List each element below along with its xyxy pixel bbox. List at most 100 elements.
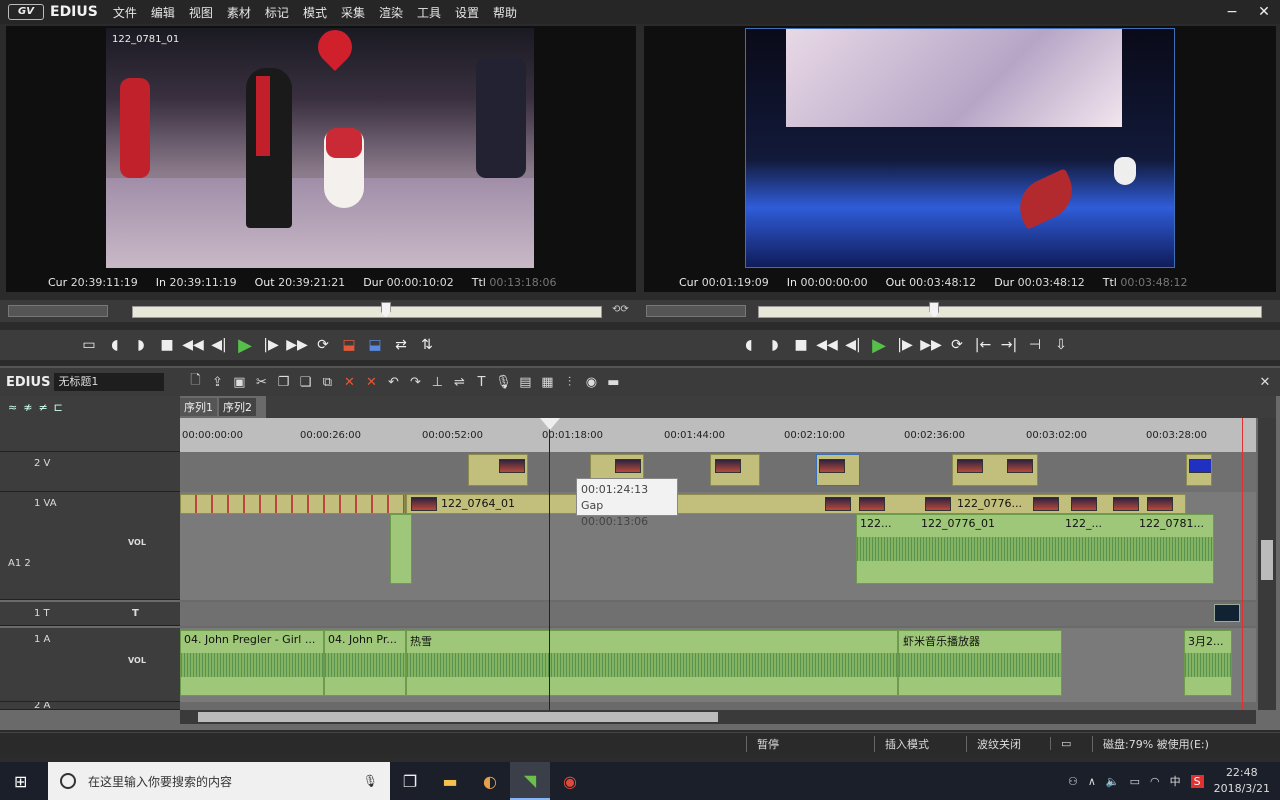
set-out-icon[interactable]: ◗	[128, 333, 154, 357]
vectorscope-icon[interactable]: ◉	[580, 371, 602, 393]
ripple-delete-icon[interactable]: ✕	[360, 371, 382, 393]
track-header-1va[interactable]: 1 VA VOL A1 2	[0, 492, 180, 600]
tab-sequence-2[interactable]: 序列2	[219, 398, 256, 416]
prev-edit-icon[interactable]: |←	[970, 333, 996, 357]
audio-clip[interactable]: 3月2...	[1184, 630, 1232, 696]
video-clip-selected[interactable]	[816, 454, 860, 486]
trim-icon[interactable]: ⊣	[1022, 333, 1048, 357]
mixer-icon[interactable]: ⫶	[558, 371, 580, 393]
timeline-playhead[interactable]	[549, 418, 550, 710]
recorder-scrubber[interactable]	[758, 306, 1262, 318]
insert-to-timeline-icon[interactable]: ⬓	[336, 333, 362, 357]
transition-icon[interactable]: ⇌	[448, 371, 470, 393]
save-icon[interactable]: ▣	[228, 371, 250, 393]
rec-step-back-icon[interactable]: ◀|	[840, 333, 866, 357]
new-sequence-icon[interactable]: 🗋	[184, 371, 206, 393]
sync-icon[interactable]: ⇄	[388, 333, 414, 357]
taskbar-search[interactable]: 在这里输入你要搜索的内容 🎙	[48, 762, 390, 800]
track-mode-icon-2[interactable]: ≉	[23, 401, 32, 414]
app-icon[interactable]: ◐	[470, 762, 510, 800]
menu-mode[interactable]: 模式	[296, 4, 334, 21]
title-icon[interactable]: T	[470, 371, 492, 393]
playhead-marker[interactable]	[540, 418, 560, 430]
rec-stop-icon[interactable]: ■	[788, 333, 814, 357]
open-icon[interactable]: ⇪	[206, 371, 228, 393]
menu-capture[interactable]: 采集	[334, 4, 372, 21]
mark-icon[interactable]: ⇅	[414, 333, 440, 357]
player-scrubber[interactable]	[132, 306, 602, 318]
recorder-shuttle[interactable]	[646, 305, 746, 317]
video-clip[interactable]	[180, 494, 405, 514]
player-shuttle[interactable]	[8, 305, 108, 317]
rec-loop-icon[interactable]: ⟳	[944, 333, 970, 357]
audio-clip[interactable]: 热雪	[406, 630, 898, 696]
track-1a[interactable]: 04. John Pregler - Girl ... 04. John Pr.…	[180, 628, 1256, 702]
scroll-thumb[interactable]	[1261, 540, 1273, 580]
menu-marker[interactable]: 标记	[258, 4, 296, 21]
volume-icon[interactable]: 🔈	[1106, 775, 1120, 788]
fast-forward-icon[interactable]: ▶▶	[284, 333, 310, 357]
file-explorer-icon[interactable]: ▬	[430, 762, 470, 800]
ime-indicator[interactable]: 中	[1170, 773, 1181, 789]
timeline-close-icon[interactable]: ✕	[1254, 371, 1276, 393]
video-clip[interactable]	[468, 454, 528, 486]
audio-clip[interactable]: 04. John Pregler - Girl ...	[180, 630, 324, 696]
cut-icon[interactable]: ✂	[250, 371, 272, 393]
close-icon[interactable]: ✕	[1248, 4, 1280, 20]
track-1t[interactable]	[180, 602, 1256, 626]
windows-start-icon[interactable]: ⊞	[14, 772, 27, 791]
render-icon[interactable]: ▤	[514, 371, 536, 393]
people-icon[interactable]: ⚇	[1068, 775, 1078, 788]
audio-clip[interactable]	[390, 514, 412, 584]
title-clip[interactable]	[1214, 604, 1240, 622]
redo-icon[interactable]: ↷	[404, 371, 426, 393]
sogou-icon[interactable]: S	[1190, 774, 1204, 788]
video-clip[interactable]	[952, 454, 1038, 486]
paste-icon[interactable]: ❏	[294, 371, 316, 393]
timeline-ruler[interactable]: 00:00:00:00 00:00:26:00 00:00:52:00 00:0…	[180, 418, 1256, 452]
track-header-1a[interactable]: 1 A VOL	[0, 628, 180, 702]
export-icon[interactable]: ⇩	[1048, 333, 1074, 357]
audio-clip[interactable]: 122... 122_0776_01 122_... 122_0781...	[856, 514, 1214, 584]
monitor-icon[interactable]: ▭	[1050, 737, 1092, 750]
minimize-icon[interactable]: −	[1216, 4, 1248, 20]
play-icon[interactable]: ▶	[232, 333, 258, 357]
menu-settings[interactable]: 设置	[448, 4, 486, 21]
track-header-2v[interactable]: 2 V	[0, 452, 180, 492]
task-view-icon[interactable]: ❐	[390, 762, 430, 800]
menu-render[interactable]: 渲染	[372, 4, 410, 21]
status-insert-mode[interactable]: 插入模式	[874, 735, 966, 752]
audio-clip[interactable]: 04. John Pr...	[324, 630, 406, 696]
menu-file[interactable]: 文件	[106, 4, 144, 21]
scroll-thumb[interactable]	[198, 712, 718, 722]
grid-icon[interactable]: ▦	[536, 371, 558, 393]
edius-taskbar-icon[interactable]: ◥	[510, 762, 550, 800]
chevron-up-icon[interactable]: ∧	[1088, 775, 1096, 788]
loop-icon[interactable]: ⟲⟳	[612, 304, 629, 315]
timeline-h-scrollbar[interactable]	[180, 710, 1256, 724]
track-header-1t[interactable]: 1 T T	[0, 602, 180, 626]
loop-play-icon[interactable]: ⟳	[310, 333, 336, 357]
menu-help[interactable]: 帮助	[486, 4, 524, 21]
menu-tools[interactable]: 工具	[410, 4, 448, 21]
rec-set-in-icon[interactable]: ◖	[736, 333, 762, 357]
rewind-icon[interactable]: ◀◀	[180, 333, 206, 357]
wifi-icon[interactable]: ◠	[1150, 775, 1160, 788]
rec-set-out-icon[interactable]: ◗	[762, 333, 788, 357]
track-mode-icon-3[interactable]: ≠	[38, 401, 47, 414]
video-clip[interactable]	[710, 454, 760, 486]
menu-clip[interactable]: 素材	[220, 4, 258, 21]
track-mode-icon-4[interactable]: ⊏	[54, 401, 63, 414]
overwrite-to-timeline-icon[interactable]: ⬓	[362, 333, 388, 357]
replace-icon[interactable]: ⧉	[316, 371, 338, 393]
menu-edit[interactable]: 编辑	[144, 4, 182, 21]
chrome-icon[interactable]: ◉	[550, 762, 590, 800]
tab-sequence-1[interactable]: 序列1	[180, 398, 217, 416]
timeline-v-scrollbar[interactable]	[1258, 418, 1276, 710]
rec-step-forward-icon[interactable]: |▶	[892, 333, 918, 357]
microphone-icon[interactable]: 🎙	[492, 371, 514, 393]
audio-clip[interactable]: 虾米音乐播放器	[898, 630, 1062, 696]
video-clip[interactable]	[1186, 454, 1212, 486]
battery-icon[interactable]: ▭	[1130, 775, 1140, 788]
copy-icon[interactable]: ❐	[272, 371, 294, 393]
